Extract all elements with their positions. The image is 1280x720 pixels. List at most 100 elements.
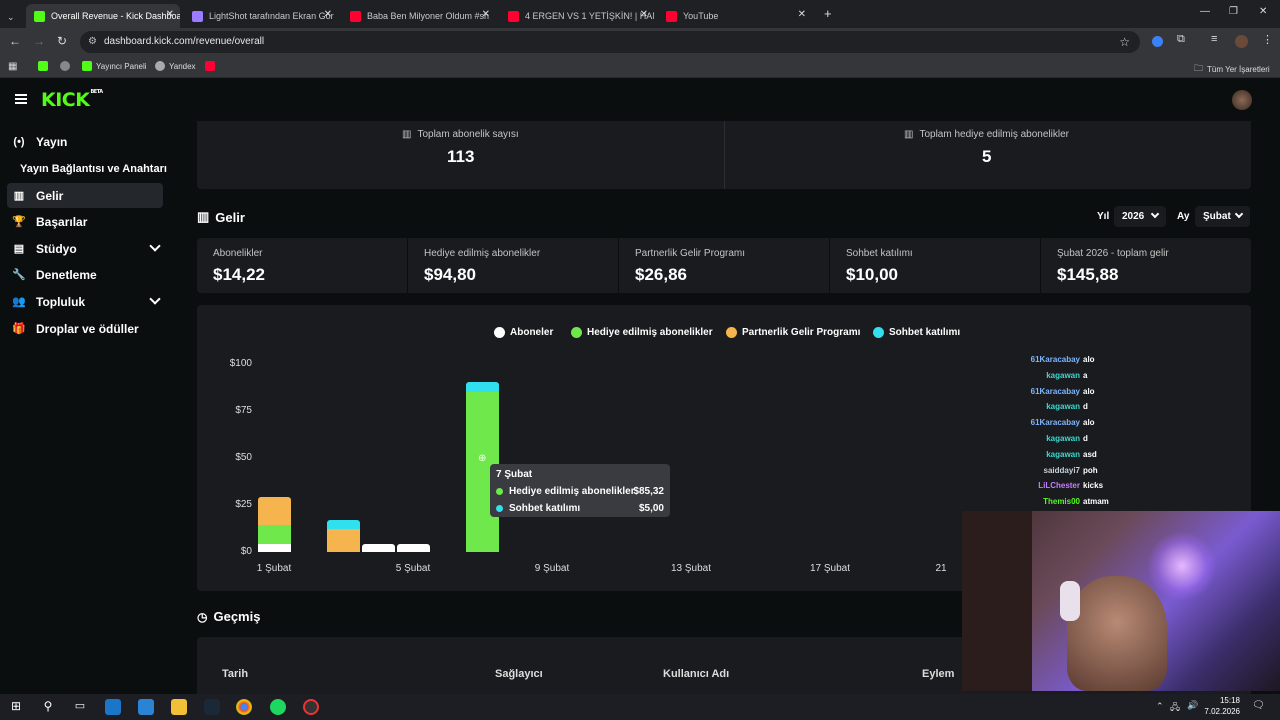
tab-lightshot[interactable]: LightShot tarafından Ekran Gör ✕: [184, 4, 338, 28]
clock-time[interactable]: 15:18: [1206, 696, 1240, 705]
minimize-window-button[interactable]: —: [1200, 6, 1210, 17]
notification-icon[interactable]: 🗨: [1252, 700, 1265, 711]
tab-kick-dashboard[interactable]: Overall Revenue - Kick Dashboa ✕: [26, 4, 180, 28]
sidebar-item-yayin[interactable]: (•) Yayın: [7, 129, 163, 154]
bar-segment[interactable]: [361, 543, 395, 552]
windows-start-icon[interactable]: ⊞: [8, 699, 24, 715]
file-explorer-icon[interactable]: [171, 699, 187, 715]
chat-message: kagawan asd: [1046, 450, 1097, 459]
tab-youtube[interactable]: YouTube ✕: [658, 4, 812, 28]
apps-grid-icon[interactable]: ▦: [8, 61, 17, 72]
chrome-icon[interactable]: [236, 699, 252, 715]
subscription-summary-card: ▥ Toplam abonelik sayısı 113 ▥ Toplam hedi…: [197, 121, 1251, 189]
extension-icon[interactable]: [1152, 36, 1163, 47]
obs-icon[interactable]: [303, 699, 319, 715]
kick-logo[interactable]: KICKBETA: [41, 89, 103, 111]
forward-arrow-icon[interactable]: →: [33, 34, 45, 48]
close-tab-icon[interactable]: ✕: [640, 9, 648, 20]
close-window-button[interactable]: ✕: [1259, 6, 1267, 17]
user-avatar[interactable]: [1232, 90, 1252, 110]
reload-icon[interactable]: ↻: [57, 34, 67, 48]
spotify-icon[interactable]: [270, 699, 286, 715]
kpi-card-abonelikler: Abonelikler $14,22: [197, 238, 407, 293]
bar-segment[interactable]: [257, 524, 291, 544]
sidebar-item-label: Yayın Bağlantısı ve Anahtarı: [20, 162, 167, 175]
bar-segment[interactable]: [257, 543, 291, 552]
column-header-saglayici[interactable]: Sağlayıcı: [495, 668, 543, 680]
extensions-puzzle-icon[interactable]: ⧉: [1177, 33, 1185, 46]
bookmark-yandex[interactable]: Yandex: [155, 61, 196, 71]
site-info-icon[interactable]: ⚙: [88, 31, 97, 53]
chat-username: kagawan: [1046, 370, 1080, 380]
year-label: Yıl: [1097, 211, 1110, 222]
url-input[interactable]: ⚙ dashboard.kick.com/revenue/overall ☆: [80, 31, 1140, 53]
sidebar-item-gelir[interactable]: ▥ Gelir: [7, 183, 163, 208]
youtube-favicon-icon: [508, 10, 519, 22]
kick-favicon-icon: [82, 61, 92, 71]
sidebar-item-droplar[interactable]: 🎁 Droplar ve ödüller: [7, 316, 163, 341]
legend-hediye[interactable]: Hediye edilmiş abonelikler: [571, 327, 713, 338]
legend-aboneler[interactable]: Aboneler: [494, 327, 553, 338]
sidebar-item-yayin-baglantisi[interactable]: Yayın Bağlantısı ve Anahtarı: [20, 156, 180, 181]
people-icon: 👥: [12, 296, 26, 308]
bar-segment[interactable]: [326, 529, 360, 552]
tooltip-row-label: Sohbet katılımı: [509, 503, 581, 514]
steam-icon[interactable]: [204, 699, 220, 715]
chevron-down-icon[interactable]: [149, 240, 161, 252]
network-icon[interactable]: 🖧: [1170, 700, 1180, 716]
tooltip-row-value: $5,00: [638, 503, 664, 514]
bar-segment[interactable]: [326, 520, 360, 530]
legend-partnerlik[interactable]: Partnerlik Gelir Programı: [726, 327, 860, 338]
tab-youtube-video-2[interactable]: 4 ERGEN VS 1 YETİŞKİN! | HANİ ✕: [500, 4, 654, 28]
all-bookmarks-folder[interactable]: 🗀 Tüm Yer İşaretleri: [1194, 61, 1270, 77]
column-header-kullanici[interactable]: Kullanıcı Adı: [663, 668, 729, 680]
chat-message: saiddayi7 poh: [1044, 466, 1098, 475]
bookmark-globe[interactable]: [60, 61, 74, 71]
search-icon[interactable]: ⚲: [40, 699, 56, 715]
steam-like-icon[interactable]: [105, 699, 121, 715]
chat-text: alo: [1083, 386, 1095, 396]
close-tab-icon[interactable]: ✕: [482, 9, 490, 20]
sidebar-item-basarilar[interactable]: 🏆 Başarılar: [7, 209, 163, 234]
chart-tooltip: 7 Şubat Hediye edilmiş abonelikler $85,32…: [490, 464, 670, 517]
sidebar-item-topluluk[interactable]: 👥 Topluluk: [7, 289, 163, 314]
bookmark-label: Yayıncı Paneli: [96, 61, 147, 71]
back-arrow-icon[interactable]: ←: [9, 34, 21, 48]
close-tab-icon[interactable]: ✕: [798, 9, 806, 20]
legend-label: Hediye edilmiş abonelikler: [587, 327, 713, 338]
task-view-icon[interactable]: ▭: [72, 699, 88, 715]
reading-list-icon[interactable]: ≡: [1211, 33, 1217, 45]
store-icon[interactable]: [138, 699, 154, 715]
browser-menu-icon[interactable]: ⋮: [1262, 33, 1273, 46]
bookmark-kick[interactable]: [38, 61, 52, 71]
year-select[interactable]: 2026: [1114, 206, 1166, 227]
legend-sohbet[interactable]: Sohbet katılımı: [873, 327, 960, 338]
x-tick-label: 1 Şubat: [256, 563, 292, 574]
bar-segment[interactable]: [257, 496, 291, 525]
bookmark-youtube[interactable]: [205, 61, 219, 71]
bar-segment[interactable]: [396, 543, 430, 552]
legend-dot: [873, 327, 884, 338]
sidebar-item-studyo[interactable]: ▤ Stüdyo: [7, 236, 163, 261]
hamburger-menu-icon[interactable]: [15, 94, 27, 104]
profile-avatar[interactable]: [1235, 35, 1248, 48]
month-select[interactable]: Şubat: [1195, 206, 1250, 227]
close-tab-icon[interactable]: ✕: [166, 9, 174, 20]
bookmark-star-icon[interactable]: ☆: [1119, 31, 1130, 53]
restore-window-button[interactable]: ❐: [1229, 6, 1238, 17]
clock-date[interactable]: 7.02.2026: [1196, 707, 1240, 716]
tab-search-button[interactable]: ⌄: [4, 5, 22, 29]
x-tick-label: 5 Şubat: [395, 563, 431, 574]
column-header-eylem[interactable]: Eylem: [922, 668, 954, 680]
month-label: Ay: [1177, 211, 1190, 222]
new-tab-button[interactable]: +: [824, 6, 832, 21]
tab-youtube-video-1[interactable]: Baba Ben Milyoner Oldum #sh ✕: [342, 4, 496, 28]
bookmark-yayinci-paneli[interactable]: Yayıncı Paneli: [82, 61, 147, 71]
column-header-tarih[interactable]: Tarih: [222, 668, 248, 680]
bar-segment[interactable]: [465, 382, 499, 392]
chevron-down-icon[interactable]: [149, 293, 161, 305]
sidebar-item-label: Stüdyo: [36, 241, 77, 256]
tray-arrow-icon[interactable]: ⌃: [1156, 701, 1164, 712]
sidebar-item-denetleme[interactable]: 🔧 Denetleme: [7, 262, 163, 287]
close-tab-icon[interactable]: ✕: [324, 9, 332, 20]
